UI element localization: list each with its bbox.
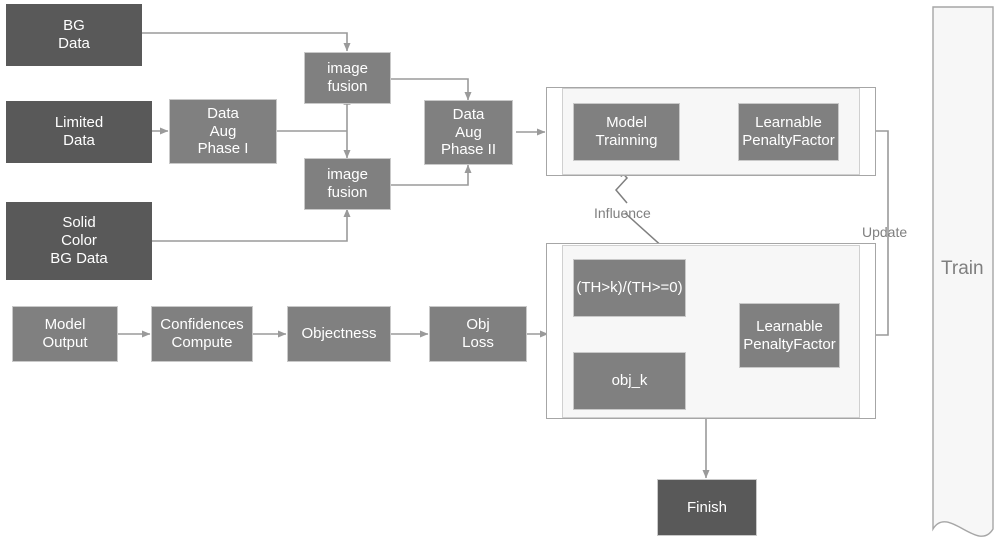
node-learnable-penaltyfactor-bottom: Learnable PenaltyFactor xyxy=(739,303,840,368)
diagram-canvas: BG Data Limited Data Solid Color BG Data… xyxy=(0,0,1000,552)
label-update: Update xyxy=(862,224,908,240)
node-objectness: Objectness xyxy=(287,306,391,362)
edge-solidcolorbg-to-imagefusion-bottom xyxy=(133,208,351,242)
node-bg-data: BG Data xyxy=(6,4,142,66)
edge-imagefusion-bottom-to-dataaug2 xyxy=(391,164,472,186)
node-confidences-compute: Confidences Compute xyxy=(151,306,253,362)
node-image-fusion-bottom: image fusion xyxy=(304,158,391,210)
edge-bgdata-to-imagefusion-top xyxy=(133,32,351,52)
label-train: Train xyxy=(941,258,984,279)
edge-imagefusion-top-to-dataaug2 xyxy=(391,78,472,101)
node-learnable-penaltyfactor-top: Learnable PenaltyFactor xyxy=(738,103,839,161)
label-influence: Influence xyxy=(594,205,651,221)
node-model-output: Model Output xyxy=(12,306,118,362)
node-solid-color-bg-data: Solid Color BG Data xyxy=(6,202,152,280)
node-data-aug-phase-2: Data Aug Phase II xyxy=(424,100,513,165)
node-data-aug-phase-1: Data Aug Phase I xyxy=(169,99,277,164)
node-obj-k: obj_k xyxy=(573,352,686,410)
node-th-ratio: (TH>k)/(TH>=0) xyxy=(573,259,686,317)
node-model-trainning: Model Trainning xyxy=(573,103,680,161)
node-limited-data: Limited Data xyxy=(6,101,152,163)
node-image-fusion-top: image fusion xyxy=(304,52,391,104)
node-obj-loss: Obj Loss xyxy=(429,306,527,362)
node-finish: Finish xyxy=(657,479,757,536)
